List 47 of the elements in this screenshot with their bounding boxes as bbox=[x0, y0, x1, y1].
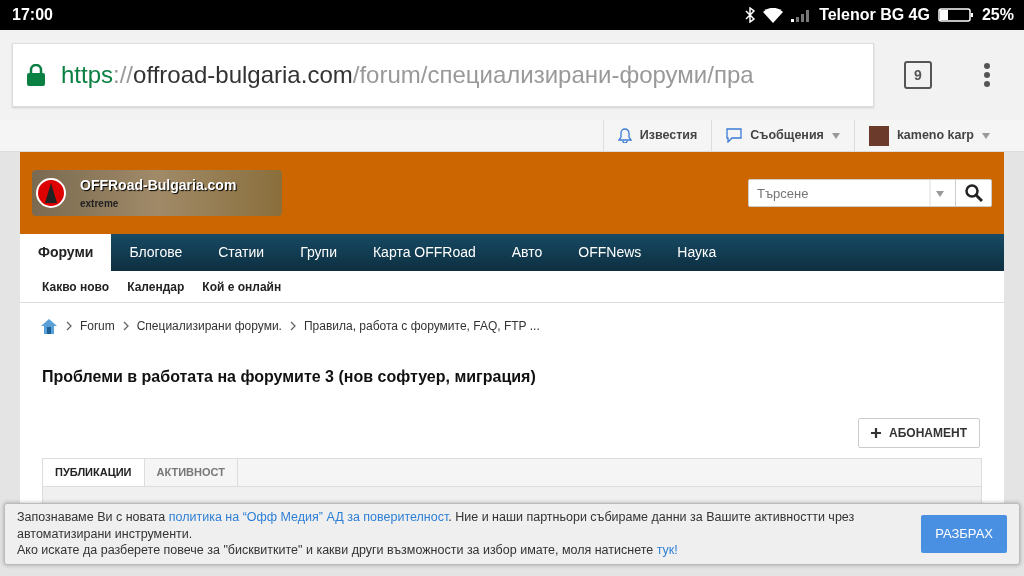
user-menu[interactable]: kameno karp bbox=[853, 120, 1004, 151]
breadcrumb-link[interactable]: Правила, работа с форумите, FAQ, FTP ... bbox=[303, 317, 540, 335]
search-icon bbox=[964, 184, 983, 202]
wifi-icon bbox=[763, 7, 784, 23]
nav-tab[interactable]: Наука bbox=[659, 234, 735, 271]
subnav-link[interactable]: Кой е онлайн bbox=[202, 277, 282, 296]
subnav-link[interactable]: Какво ново bbox=[42, 277, 110, 296]
search-box[interactable]: Търсене bbox=[748, 179, 992, 207]
more-menu-icon[interactable] bbox=[983, 62, 991, 88]
nav-tab[interactable]: Групи bbox=[282, 234, 355, 271]
logo-title: OFFRoad-Bulgaria.com bbox=[80, 176, 238, 195]
speech-bubble-icon bbox=[726, 128, 743, 143]
signal-icon bbox=[791, 8, 812, 22]
cookie-notice-text: Ако искате да разберете повече за "бисквитките" и какви други възможности за избор имате, моля натиснете тук! bbox=[17, 542, 679, 560]
bluetooth-icon bbox=[745, 7, 756, 23]
messages-link[interactable]: Съобщения bbox=[711, 120, 854, 151]
content-tab[interactable]: ПУБЛИКАЦИИ bbox=[43, 459, 145, 487]
subscribe-button[interactable]: АБОНАМЕНТ bbox=[858, 418, 980, 449]
nav-tab[interactable]: Статии bbox=[200, 234, 283, 271]
url-text: https://offroad-bulgaria.com/forum/специализирани-форуми/пра bbox=[61, 60, 754, 90]
home-icon[interactable] bbox=[40, 318, 58, 334]
notifications-link[interactable]: Известия bbox=[602, 120, 712, 151]
carrier-name: Telenor BG 4G bbox=[819, 5, 930, 25]
battery-percent: 25% bbox=[981, 5, 1014, 25]
breadcrumb-link[interactable]: Специализирани форуми. bbox=[136, 317, 282, 335]
subnav-link[interactable]: Календар bbox=[127, 277, 185, 296]
bell-icon bbox=[617, 128, 632, 143]
privacy-link[interactable]: тук! bbox=[656, 543, 678, 558]
address-bar[interactable]: https://offroad-bulgaria.com/forum/специализирани-форуми/пра bbox=[12, 43, 874, 107]
nav-tab[interactable]: Форуми bbox=[20, 234, 112, 271]
nav-tab[interactable]: Блогове bbox=[111, 234, 201, 271]
chevron-icon bbox=[122, 321, 129, 331]
battery-icon bbox=[937, 7, 974, 23]
chevron-icon bbox=[289, 321, 296, 331]
tab-count-button[interactable]: 9 bbox=[904, 61, 932, 89]
nav-tab[interactable]: Карта OFFRoad bbox=[354, 234, 494, 271]
avatar-placeholder bbox=[868, 125, 889, 146]
breadcrumb-link[interactable]: Forum bbox=[80, 317, 115, 335]
logo-emblem-icon bbox=[36, 178, 66, 208]
plus-icon bbox=[871, 428, 882, 439]
logo-tagline: extreme bbox=[80, 197, 120, 211]
cookie-notice-text: Запознаваме Ви с новата политика на “Офф Медия” АД за поверителност. Ние и наши партньори събираме данни за Вашите активностти чрез автоматизирани инструменти. bbox=[17, 508, 856, 543]
chevron-icon bbox=[66, 321, 72, 331]
thread-title: Проблеми в работата на форумите 3 (нов софтуер, миграция) bbox=[41, 367, 537, 387]
nav-tab[interactable]: OFFNews bbox=[560, 234, 660, 271]
nav-tab[interactable]: Авто bbox=[493, 234, 561, 271]
status-time: 17:00 bbox=[12, 5, 53, 25]
